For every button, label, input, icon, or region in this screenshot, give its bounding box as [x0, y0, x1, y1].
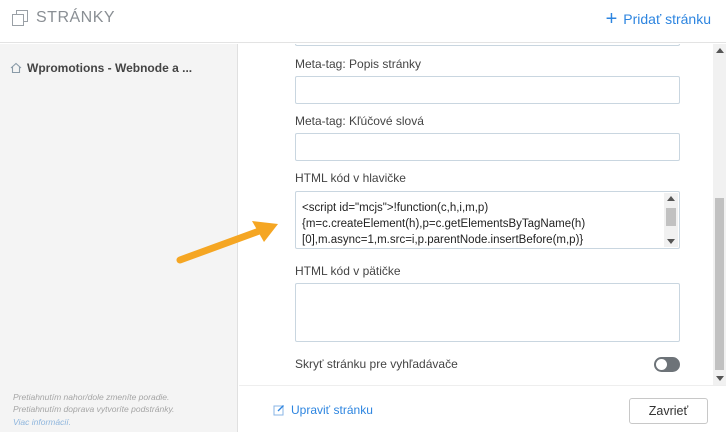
- scroll-up-icon[interactable]: [716, 48, 724, 53]
- sidebar-item-home-page[interactable]: Wpromotions - Webnode a ...: [10, 61, 192, 75]
- help-line-reorder: Pretiahnutím nahor/dole zmeníte poradie.: [13, 391, 170, 402]
- scroll-down-icon[interactable]: [667, 239, 675, 244]
- toggle-knob: [656, 359, 667, 370]
- html-head-textarea[interactable]: <script id="mcjs">!function(c,h,i,m,p) {…: [295, 191, 680, 249]
- meta-description-label: Meta-tag: Popis stránky: [295, 57, 422, 71]
- sidebar-help-text: Pretiahnutím nahor/dole zmeníte poradie.…: [13, 391, 174, 429]
- more-info-link[interactable]: Viac informácií.: [13, 416, 174, 429]
- html-footer-textarea[interactable]: [295, 283, 680, 342]
- scroll-up-icon[interactable]: [667, 196, 675, 201]
- meta-description-input[interactable]: [295, 76, 680, 104]
- html-head-code: <script id="mcjs">!function(c,h,i,m,p) {…: [302, 202, 586, 246]
- close-button[interactable]: Zavrieť: [629, 398, 708, 424]
- html-footer-label: HTML kód v pätičke: [295, 264, 401, 278]
- plus-icon: +: [605, 8, 618, 30]
- sidebar-item-label: Wpromotions - Webnode a ...: [27, 61, 193, 75]
- add-page-button[interactable]: + Pridať stránku: [605, 8, 711, 30]
- add-page-label: Pridať stránku: [623, 11, 711, 27]
- edit-page-link[interactable]: Upraviť stránku: [273, 403, 373, 417]
- meta-keywords-label: Meta-tag: Kľúčové slová: [295, 114, 424, 128]
- meta-keywords-input[interactable]: [295, 133, 680, 161]
- hide-from-search-toggle[interactable]: [654, 357, 680, 372]
- hide-from-search-label: Skryť stránku pre vyhľadávače: [295, 357, 458, 371]
- scroll-down-icon[interactable]: [716, 376, 724, 381]
- main-scrollbar[interactable]: [713, 44, 726, 385]
- home-icon: [10, 62, 22, 74]
- scroll-thumb[interactable]: [715, 198, 724, 370]
- pages-icon: [12, 10, 28, 26]
- bottom-bar: Upraviť stránku Zavrieť: [239, 385, 726, 432]
- edit-page-label: Upraviť stránku: [291, 403, 373, 417]
- previous-field-input[interactable]: [295, 44, 680, 46]
- edit-icon: [273, 405, 284, 416]
- help-line-subpages: Pretiahnutím doprava vytvoríte podstránk…: [13, 404, 175, 414]
- app-title: STRÁNKY: [12, 9, 115, 27]
- page-settings-form: Meta-tag: Popis stránky Meta-tag: Kľúčov…: [239, 44, 713, 385]
- html-head-label: HTML kód v hlavičke: [295, 171, 406, 185]
- scroll-thumb[interactable]: [666, 208, 676, 226]
- arrow-annotation: [176, 221, 278, 264]
- html-head-scrollbar[interactable]: [664, 193, 678, 247]
- page-title: STRÁNKY: [36, 9, 116, 26]
- top-bar: STRÁNKY + Pridať stránku: [0, 0, 726, 43]
